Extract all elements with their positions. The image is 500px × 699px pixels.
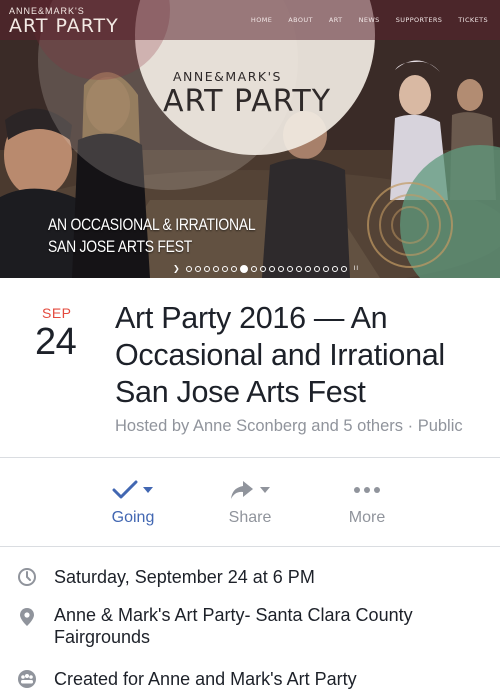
more-icon-row <box>307 478 427 502</box>
ellipsis-icon <box>354 487 380 493</box>
more-button[interactable]: More <box>307 460 427 544</box>
slideshow-pause-icon[interactable]: II <box>354 266 359 272</box>
event-cover-photo[interactable]: ANNE&MARK'S ART PARTY HOME ABOUT ART NEW… <box>0 0 500 278</box>
slide-dot[interactable] <box>331 265 338 272</box>
site-nav-links: HOME ABOUT ART NEWS SUPPORTERS TICKETS <box>235 16 488 24</box>
divider <box>0 546 500 547</box>
poster-title-small: ANNE&MARK'S <box>173 69 282 84</box>
poster-tagline-line1: AN OCCASIONAL & IRRATIONAL <box>48 215 256 234</box>
clock-icon <box>16 566 38 588</box>
slide-dot[interactable] <box>250 265 257 272</box>
event-location-text: Anne & Mark's Art Party- Santa Clara Cou… <box>54 605 413 647</box>
slide-dot[interactable] <box>286 265 293 272</box>
more-label: More <box>348 509 386 526</box>
site-logo[interactable]: ANNE&MARK'S ART PARTY <box>9 6 119 36</box>
location-pin-icon <box>16 606 38 628</box>
site-logo-big-text: ART PARTY <box>9 15 119 37</box>
slide-dot[interactable] <box>322 265 329 272</box>
event-created-for-text: Created for Anne and Mark's Art Party <box>54 669 357 689</box>
slide-dot[interactable] <box>221 265 228 272</box>
share-button[interactable]: Share <box>190 460 310 544</box>
event-time-text: Saturday, September 24 at 6 PM <box>54 567 315 587</box>
chevron-down-icon <box>143 487 153 493</box>
slide-dot[interactable] <box>313 265 320 272</box>
event-time-row[interactable]: Saturday, September 24 at 6 PM <box>0 566 500 590</box>
slide-dot[interactable] <box>203 265 210 272</box>
going-button[interactable]: Going <box>73 460 193 544</box>
nav-link-home[interactable]: HOME <box>235 16 272 24</box>
nav-link-supporters[interactable]: SUPPORTERS <box>380 16 443 24</box>
slide-dot[interactable] <box>277 265 284 272</box>
going-icon-row <box>73 478 193 502</box>
slide-dot[interactable] <box>259 265 266 272</box>
event-title: Art Party 2016 — An Occasional and Irrat… <box>115 301 445 409</box>
going-label: Going <box>111 509 155 526</box>
poster-tagline-line2: SAN JOSE ARTS FEST <box>48 237 193 256</box>
nav-link-news[interactable]: NEWS <box>343 16 380 24</box>
group-icon <box>16 668 38 690</box>
site-header-bar: ANNE&MARK'S ART PARTY HOME ABOUT ART NEW… <box>0 0 500 40</box>
event-date-month: SEP <box>42 305 72 321</box>
share-label: Share <box>228 509 272 526</box>
share-arrow-icon <box>231 481 253 499</box>
divider <box>0 457 500 458</box>
slideshow-dots: ❯ II <box>173 264 359 273</box>
poster-title-big: ART PARTY <box>163 84 332 119</box>
checkmark-icon <box>112 480 138 499</box>
event-location-row[interactable]: Anne & Mark's Art Party- Santa Clara Cou… <box>0 604 500 650</box>
slide-dot[interactable] <box>230 265 237 272</box>
event-created-for-row[interactable]: Created for Anne and Mark's Art Party <box>0 668 500 692</box>
nav-link-about[interactable]: ABOUT <box>272 16 313 24</box>
slide-dot[interactable] <box>212 265 219 272</box>
event-hosted-by[interactable]: Hosted by Anne Sconberg and 5 others · P… <box>115 417 463 436</box>
share-icon-row <box>190 478 310 502</box>
slide-dot-active[interactable] <box>239 264 248 273</box>
slide-dot[interactable] <box>304 265 311 272</box>
slideshow-next-icon[interactable]: ❯ <box>173 264 180 273</box>
slide-dot[interactable] <box>194 265 201 272</box>
slide-dot[interactable] <box>340 265 347 272</box>
poster-tagline: AN OCCASIONAL & IRRATIONAL SAN JOSE ARTS… <box>48 214 256 258</box>
slide-dot[interactable] <box>185 265 192 272</box>
event-actions-bar: Going Share More <box>0 460 500 544</box>
event-date-day: 24 <box>35 321 77 363</box>
chevron-down-icon <box>260 487 270 493</box>
nav-link-tickets[interactable]: TICKETS <box>442 16 488 24</box>
nav-link-art[interactable]: ART <box>313 16 343 24</box>
slide-dot[interactable] <box>268 265 275 272</box>
slide-dot[interactable] <box>295 265 302 272</box>
